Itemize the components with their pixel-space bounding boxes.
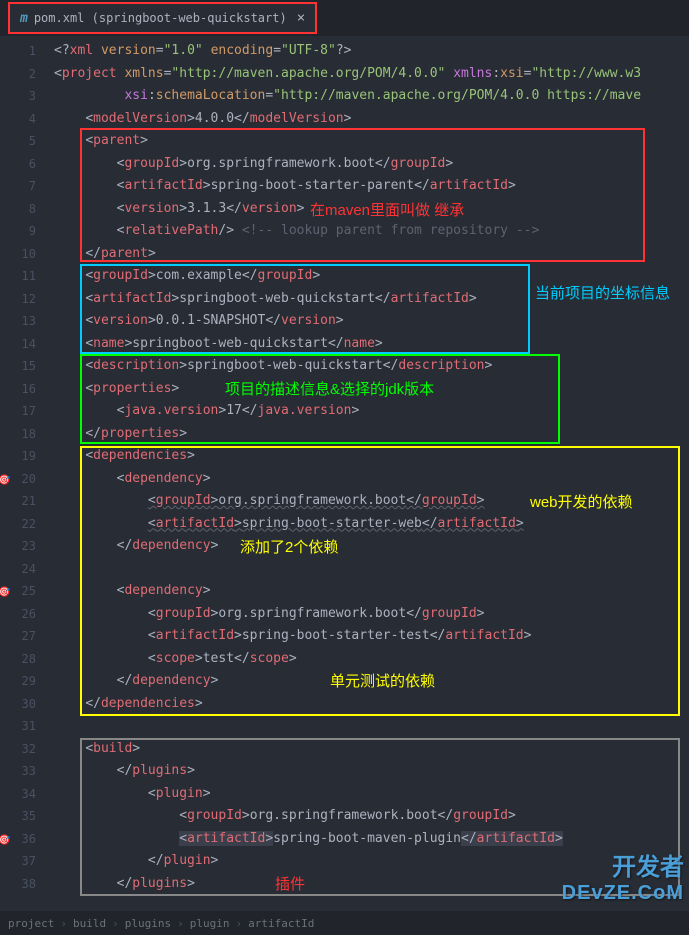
- line-number: 14: [0, 333, 50, 356]
- code-line[interactable]: <relativePath/> <!-- lookup parent from …: [54, 220, 689, 243]
- line-number: 9: [0, 220, 50, 243]
- code-line[interactable]: <?xml version="1.0" encoding="UTF-8"?>: [54, 40, 689, 63]
- line-number-gutter: 1234567891011121314151617181920🎯21222324…: [0, 36, 50, 895]
- code-content[interactable]: 在maven里面叫做 继承 当前项目的坐标信息 项目的描述信息&选择的jdk版本…: [50, 36, 689, 895]
- code-line[interactable]: <dependency>: [54, 468, 689, 491]
- line-number: 18: [0, 423, 50, 446]
- line-number: 38: [0, 873, 50, 896]
- code-line[interactable]: <plugin>: [54, 783, 689, 806]
- code-line[interactable]: <artifactId>spring-boot-starter-web</art…: [54, 513, 689, 536]
- gutter-marker-icon: 🎯: [0, 830, 10, 853]
- code-line[interactable]: <artifactId>spring-boot-starter-parent</…: [54, 175, 689, 198]
- breadcrumb-separator-icon: ›: [177, 917, 184, 930]
- line-number: 32: [0, 738, 50, 761]
- line-number: 12: [0, 288, 50, 311]
- breadcrumb-separator-icon: ›: [112, 917, 119, 930]
- line-number: 30: [0, 693, 50, 716]
- line-number: 22: [0, 513, 50, 536]
- breadcrumb-separator-icon: ›: [235, 917, 242, 930]
- line-number: 10: [0, 243, 50, 266]
- line-number: 11: [0, 265, 50, 288]
- code-line[interactable]: <groupId>org.springframework.boot</group…: [54, 490, 689, 513]
- line-number: 15: [0, 355, 50, 378]
- breadcrumb[interactable]: project › build › plugins › plugin › artifactId: [0, 911, 689, 935]
- line-number: 8: [0, 198, 50, 221]
- code-line[interactable]: <groupId>org.springframework.boot</group…: [54, 153, 689, 176]
- line-number: 17: [0, 400, 50, 423]
- code-line[interactable]: <groupId>com.example</groupId>: [54, 265, 689, 288]
- breadcrumb-item[interactable]: build: [73, 917, 106, 930]
- gutter-marker-icon: 🎯: [0, 582, 10, 605]
- tab-bar: m pom.xml (springboot-web-quickstart) ×: [0, 0, 689, 36]
- code-line[interactable]: <dependencies>: [54, 445, 689, 468]
- line-number: 36🎯: [0, 828, 50, 851]
- line-number: 23: [0, 535, 50, 558]
- code-line[interactable]: <version>3.1.3</version>: [54, 198, 689, 221]
- code-line[interactable]: <version>0.0.1-SNAPSHOT</version>: [54, 310, 689, 333]
- code-line[interactable]: </dependency>: [54, 535, 689, 558]
- line-number: 27: [0, 625, 50, 648]
- code-line[interactable]: <name>springboot-web-quickstart</name>: [54, 333, 689, 356]
- code-line[interactable]: <java.version>17</java.version>: [54, 400, 689, 423]
- code-line[interactable]: </plugin>: [54, 850, 689, 873]
- code-line[interactable]: </properties>: [54, 423, 689, 446]
- line-number: 34: [0, 783, 50, 806]
- breadcrumb-item[interactable]: project: [8, 917, 54, 930]
- line-number: 33: [0, 760, 50, 783]
- line-number: 25🎯: [0, 580, 50, 603]
- code-line[interactable]: <artifactId>spring-boot-starter-test</ar…: [54, 625, 689, 648]
- line-number: 26: [0, 603, 50, 626]
- line-number: 29: [0, 670, 50, 693]
- line-number: 21: [0, 490, 50, 513]
- breadcrumb-item[interactable]: plugins: [125, 917, 171, 930]
- breadcrumb-item[interactable]: artifactId: [248, 917, 314, 930]
- file-tab[interactable]: m pom.xml (springboot-web-quickstart) ×: [8, 2, 317, 34]
- maven-file-icon: m: [20, 11, 28, 26]
- line-number: 5: [0, 130, 50, 153]
- code-line[interactable]: <artifactId>springboot-web-quickstart</a…: [54, 288, 689, 311]
- tab-title: pom.xml (springboot-web-quickstart): [34, 11, 287, 25]
- code-line[interactable]: <groupId>org.springframework.boot</group…: [54, 805, 689, 828]
- breadcrumb-item[interactable]: plugin: [190, 917, 230, 930]
- breadcrumb-separator-icon: ›: [60, 917, 67, 930]
- line-number: 6: [0, 153, 50, 176]
- line-number: 28: [0, 648, 50, 671]
- line-number: 16: [0, 378, 50, 401]
- code-line[interactable]: <parent>: [54, 130, 689, 153]
- line-number: 1: [0, 40, 50, 63]
- code-line[interactable]: <project xmlns="http://maven.apache.org/…: [54, 63, 689, 86]
- code-line[interactable]: </parent>: [54, 243, 689, 266]
- line-number: 19: [0, 445, 50, 468]
- code-line[interactable]: <groupId>org.springframework.boot</group…: [54, 603, 689, 626]
- code-line[interactable]: <dependency>: [54, 580, 689, 603]
- line-number: 24: [0, 558, 50, 581]
- line-number: 7: [0, 175, 50, 198]
- line-number: 13: [0, 310, 50, 333]
- editor-area[interactable]: 1234567891011121314151617181920🎯21222324…: [0, 36, 689, 895]
- line-number: 2: [0, 63, 50, 86]
- line-number: 31: [0, 715, 50, 738]
- line-number: 37: [0, 850, 50, 873]
- line-number: 20🎯: [0, 468, 50, 491]
- code-line[interactable]: </plugins>: [54, 873, 689, 896]
- code-line[interactable]: </plugins>: [54, 760, 689, 783]
- line-number: 35: [0, 805, 50, 828]
- code-line[interactable]: <scope>test</scope>: [54, 648, 689, 671]
- code-line[interactable]: [54, 715, 689, 738]
- code-line[interactable]: xsi:schemaLocation="http://maven.apache.…: [54, 85, 689, 108]
- code-line[interactable]: [54, 558, 689, 581]
- code-line[interactable]: <properties>: [54, 378, 689, 401]
- line-number: 4: [0, 108, 50, 131]
- code-line[interactable]: <build>: [54, 738, 689, 761]
- line-number: 3: [0, 85, 50, 108]
- code-line[interactable]: </dependency>: [54, 670, 689, 693]
- code-line[interactable]: <description>springboot-web-quickstart</…: [54, 355, 689, 378]
- gutter-marker-icon: 🎯: [0, 470, 10, 493]
- code-line[interactable]: </dependencies>: [54, 693, 689, 716]
- code-line[interactable]: <artifactId>spring-boot-maven-plugin</ar…: [54, 828, 689, 851]
- code-line[interactable]: <modelVersion>4.0.0</modelVersion>: [54, 108, 689, 131]
- close-icon[interactable]: ×: [297, 10, 305, 26]
